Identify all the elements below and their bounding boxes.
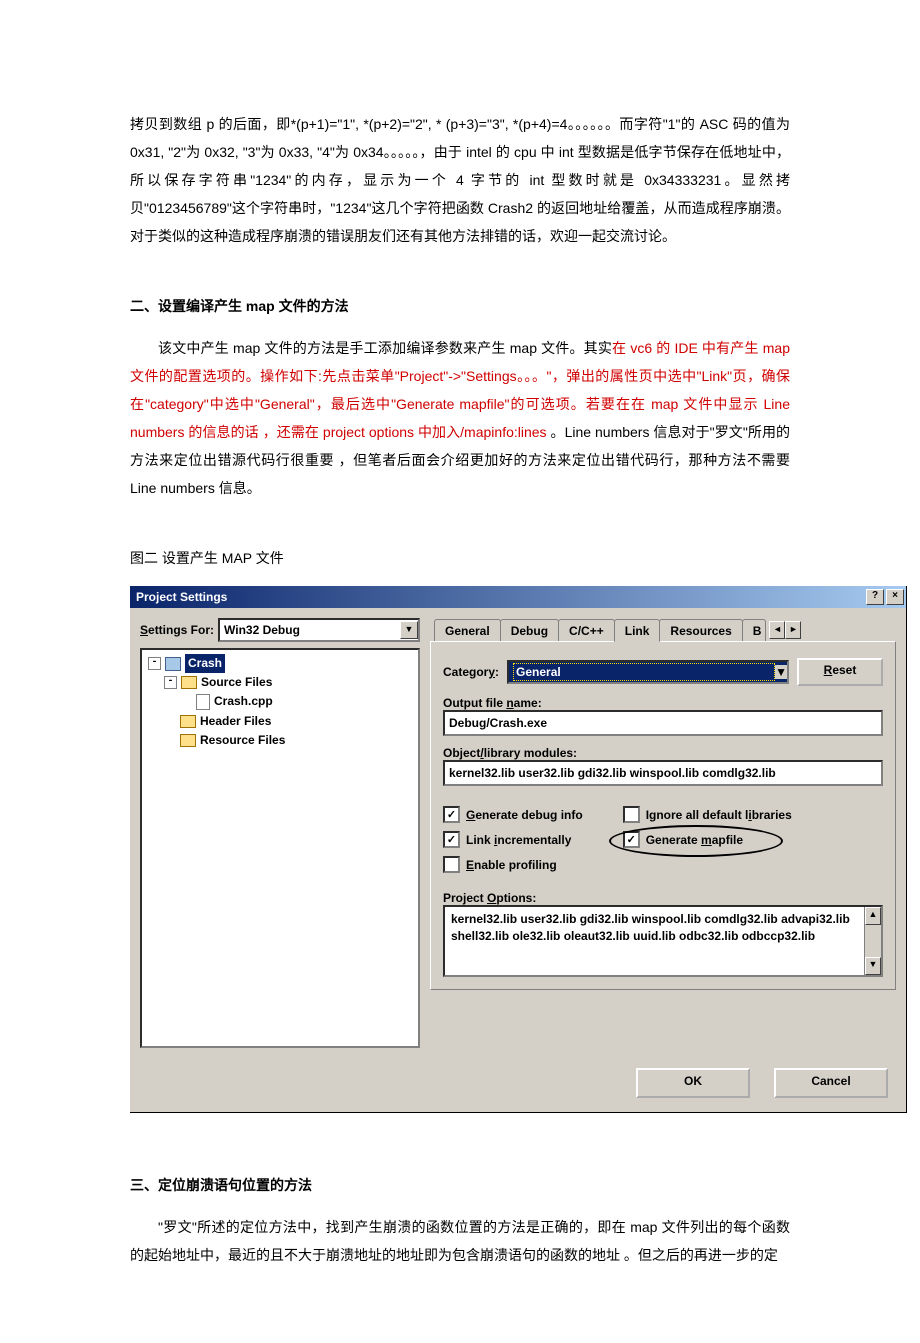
close-button[interactable]: × <box>886 589 904 605</box>
checkbox-enable-profiling[interactable] <box>443 856 460 873</box>
checkbox-gen-debug[interactable] <box>443 806 460 823</box>
dialog-titlebar: Project Settings ? × <box>130 586 906 608</box>
heading-2: 二、设置编译产生 map 文件的方法 <box>130 292 790 320</box>
chevron-down-icon[interactable]: ▼ <box>400 621 418 639</box>
tab-debug[interactable]: Debug <box>500 619 559 641</box>
annotation-circle <box>609 825 783 857</box>
figure-caption: 图二 设置产生 MAP 文件 <box>130 544 790 572</box>
objlib-input[interactable]: kernel32.lib user32.lib gdi32.lib winspo… <box>443 760 883 786</box>
help-button[interactable]: ? <box>866 589 884 605</box>
tree-crash-cpp[interactable]: Crash.cpp <box>214 692 273 711</box>
tree-resource-files[interactable]: Resource Files <box>200 731 285 750</box>
category-combo[interactable]: General ▼ <box>507 660 789 684</box>
label-enable-profiling: Enable profiling <box>466 858 557 872</box>
paragraph-1: 拷贝到数组 p 的后面，即*(p+1)="1", *(p+2)="2", * (… <box>130 110 790 250</box>
collapse-icon[interactable]: - <box>148 657 161 670</box>
folder-icon <box>180 715 196 728</box>
tab-scroll-left[interactable]: ◄ <box>769 621 785 639</box>
tab-link[interactable]: Link <box>614 619 661 642</box>
tree-header-files[interactable]: Header Files <box>200 712 271 731</box>
ok-button[interactable]: OK <box>636 1068 750 1098</box>
project-options-input[interactable]: kernel32.lib user32.lib gdi32.lib winspo… <box>443 905 883 977</box>
settings-for-value: Win32 Debug <box>224 623 300 637</box>
project-icon <box>165 657 181 671</box>
heading-3: 三、定位崩溃语句位置的方法 <box>130 1171 790 1199</box>
folder-icon <box>181 676 197 689</box>
settings-for-label: Settings For: <box>140 623 214 637</box>
label-ignore-libs: Ignore all default libraries <box>646 808 792 822</box>
project-options-value: kernel32.lib user32.lib gdi32.lib winspo… <box>451 912 850 943</box>
tab-general[interactable]: General <box>434 619 501 641</box>
category-value: General <box>513 663 775 681</box>
category-label: Category: <box>443 665 499 679</box>
scroll-up-icon[interactable]: ▲ <box>865 907 881 925</box>
project-settings-dialog: Project Settings ? × Settings For: Win32… <box>130 586 907 1113</box>
output-file-input[interactable]: Debug/Crash.exe <box>443 710 883 736</box>
checkbox-ignore-libs[interactable] <box>623 806 640 823</box>
folder-icon <box>180 734 196 747</box>
settings-for-combo[interactable]: Win32 Debug ▼ <box>218 618 420 642</box>
tree-source-files[interactable]: Source Files <box>201 673 272 692</box>
file-icon <box>196 694 210 710</box>
reset-button[interactable]: Reset <box>797 658 883 686</box>
objlib-label: Object/library modules: <box>443 746 883 760</box>
tab-scroll-right[interactable]: ► <box>785 621 801 639</box>
scroll-down-icon[interactable]: ▼ <box>865 957 881 975</box>
chevron-down-icon[interactable]: ▼ <box>775 665 787 679</box>
tab-resources[interactable]: Resources <box>659 619 742 641</box>
collapse-icon[interactable]: - <box>164 676 177 689</box>
dialog-title: Project Settings <box>136 590 227 604</box>
project-options-label: Project Options: <box>443 891 883 905</box>
output-file-label: Output file name: <box>443 696 883 710</box>
scrollbar[interactable]: ▲ ▼ <box>864 907 881 975</box>
paragraph-2: 该文中产生 map 文件的方法是手工添加编译参数来产生 map 文件。其实在 v… <box>130 334 790 502</box>
tab-bar: General Debug C/C++ Link Resources B ◄ ► <box>430 618 896 642</box>
tab-build-truncated[interactable]: B <box>742 619 767 641</box>
project-tree[interactable]: -Crash -Source Files Crash.cpp Header Fi… <box>140 648 420 1048</box>
tab-cpp[interactable]: C/C++ <box>558 619 615 641</box>
label-gen-debug: Generate debug info <box>466 808 583 822</box>
cancel-button[interactable]: Cancel <box>774 1068 888 1098</box>
p2-text-a: 该文中产生 map 文件的方法是手工添加编译参数来产生 map 文件。其实 <box>158 340 612 356</box>
link-tab-page: Category: General ▼ Reset Output file na… <box>430 641 896 990</box>
tree-root[interactable]: Crash <box>185 654 225 673</box>
checkbox-link-incr[interactable] <box>443 831 460 848</box>
paragraph-3: "罗文"所述的定位方法中，找到产生崩溃的函数位置的方法是正确的，即在 map 文… <box>130 1213 790 1269</box>
label-link-incr: Link incrementally <box>466 833 571 847</box>
